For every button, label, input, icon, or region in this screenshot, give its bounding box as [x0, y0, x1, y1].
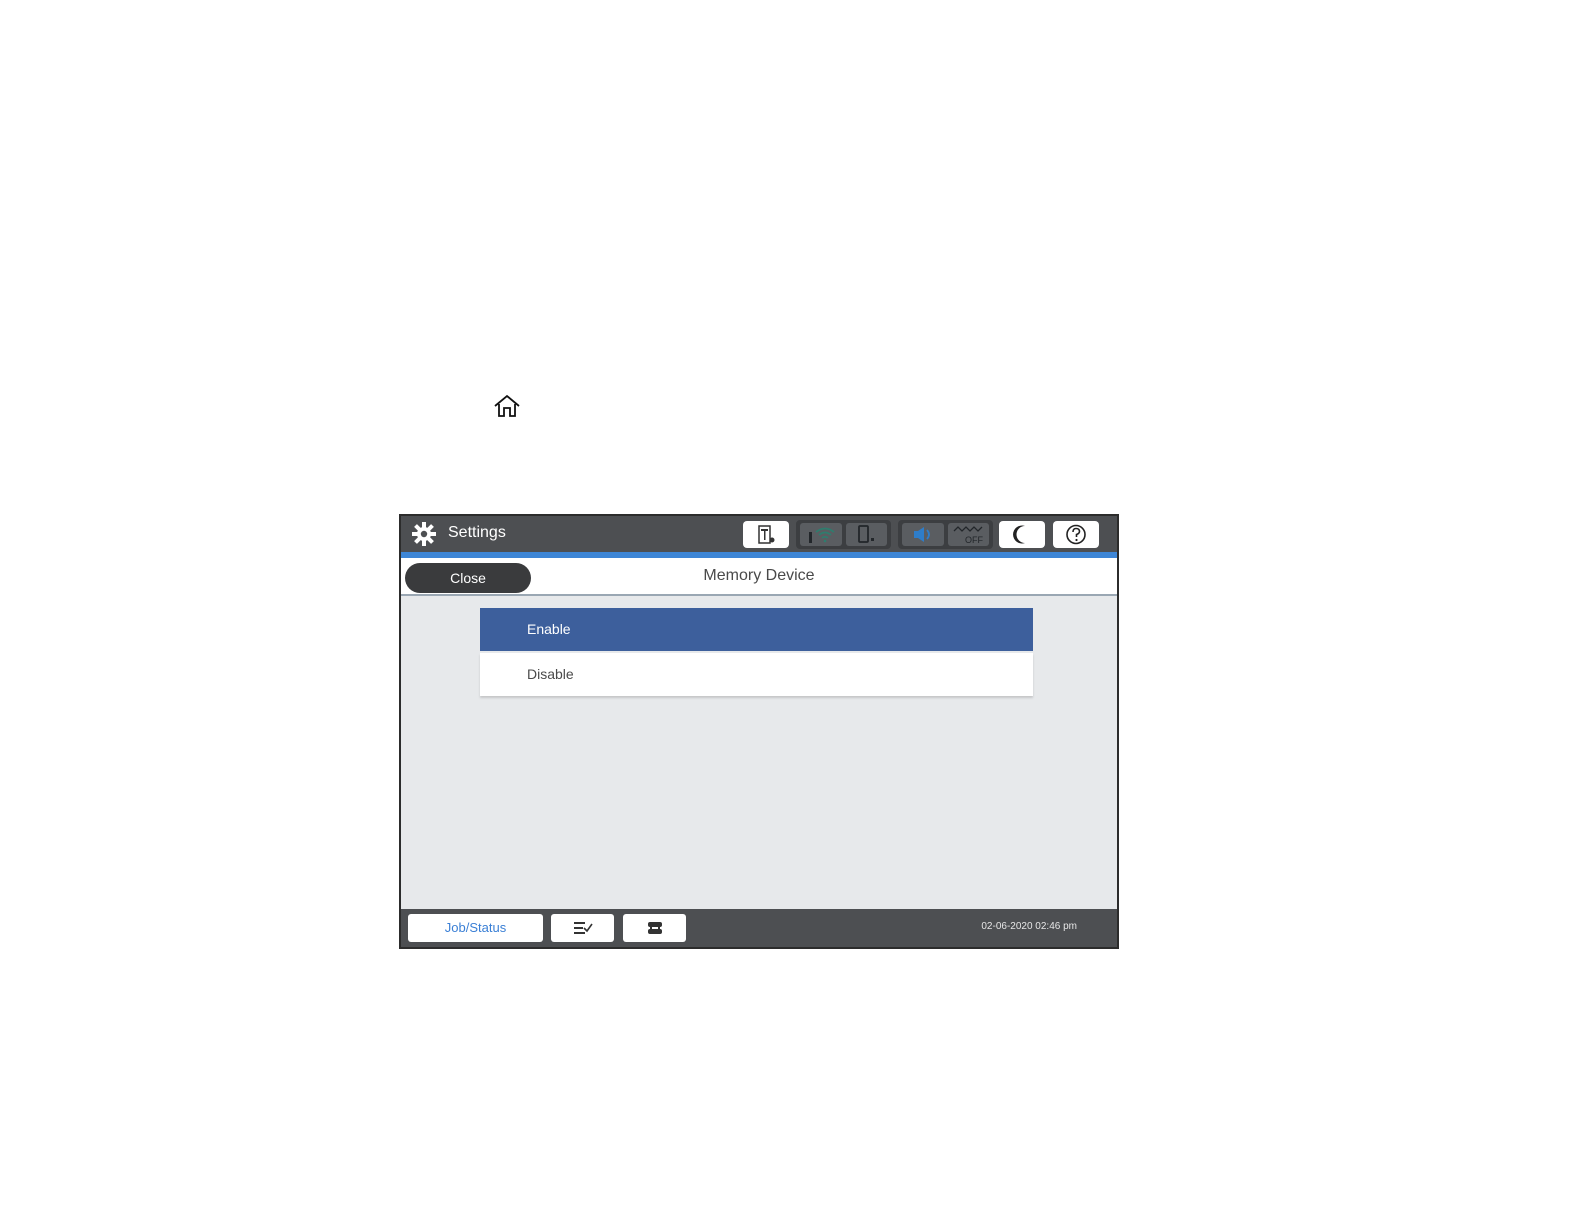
- moon-icon: [1013, 525, 1025, 544]
- sound-status[interactable]: [902, 523, 944, 546]
- screen-title: Memory Device: [703, 567, 815, 584]
- printer-control-panel: Settings OFF Close Memory Device Enable …: [399, 514, 1119, 949]
- gear-icon: [412, 522, 436, 546]
- home-icon: [494, 394, 520, 417]
- ink-cartridge-icon: [758, 525, 775, 544]
- option-disable[interactable]: Disable: [480, 653, 1033, 696]
- quiet-mode-status[interactable]: OFF: [948, 523, 989, 546]
- quiet-mode-off-icon: OFF: [953, 526, 983, 545]
- screen-header: Close Memory Device: [401, 558, 1117, 596]
- network-status-group[interactable]: [796, 520, 891, 549]
- speaker-icon: [914, 527, 930, 542]
- ink-status-button[interactable]: [743, 521, 789, 548]
- bottom-bar: Job/Status 02-06-2020 02:46 pm: [401, 909, 1117, 947]
- app-title: Settings: [448, 524, 506, 541]
- wifi-status[interactable]: [800, 523, 842, 546]
- wifi-direct-status[interactable]: [846, 523, 887, 546]
- fax-button[interactable]: [623, 914, 686, 942]
- date-time: 02-06-2020 02:46 pm: [981, 921, 1077, 932]
- job-list-icon: [574, 922, 593, 934]
- job-list-button[interactable]: [551, 914, 614, 942]
- phone-icon: [858, 525, 874, 543]
- job-status-button[interactable]: Job/Status: [408, 914, 543, 942]
- wifi-icon: [809, 527, 835, 543]
- help-icon: [1066, 524, 1086, 545]
- quiet-off-label: OFF: [965, 535, 983, 545]
- option-enable[interactable]: Enable: [480, 608, 1033, 651]
- sound-status-group[interactable]: OFF: [898, 520, 993, 549]
- fax-phone-icon: [648, 922, 662, 934]
- top-status-bar: Settings OFF: [401, 516, 1117, 552]
- help-button[interactable]: [1053, 521, 1099, 548]
- sleep-button[interactable]: [999, 521, 1045, 548]
